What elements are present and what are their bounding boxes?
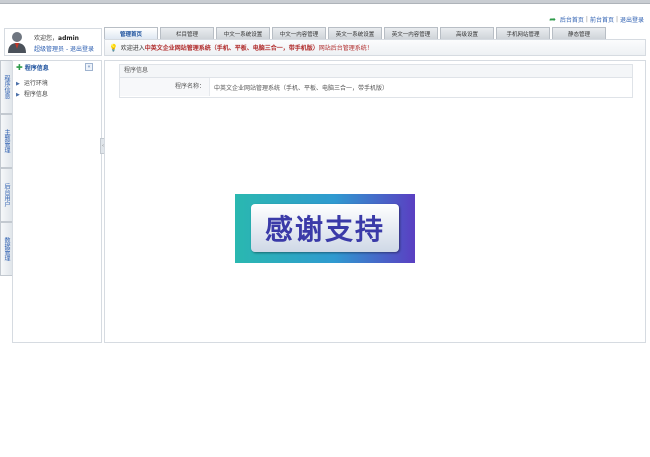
sidetab-data[interactable]: 数据管理 [0,222,12,276]
link-logout[interactable]: 退出登录 [620,15,644,24]
avatar [8,32,26,53]
info-panel: 程序信息 程序名称： 中英文企业网站管理系统（手机、平板、电脑三合一，带手机版） [119,64,633,98]
sidetab-program-info[interactable]: 程序信息 [0,60,12,114]
sidebar-item-program-info[interactable]: ▶ 程序信息 [16,89,48,98]
top-bar [0,0,650,4]
tab-advanced[interactable]: 高级设置 [440,27,494,39]
welcome-bar: 💡 欢迎进入 中英文企业网站管理系统（手机、平板、电脑三合一，带手机版） 网站后… [104,39,646,56]
tab-cn-content[interactable]: 中文一内容管理 [272,27,326,39]
separator: | [585,16,588,23]
username: admin [58,35,79,42]
system-name: 中英文企业网站管理系统（手机、平板、电脑三合一，带手机版） [144,45,319,52]
user-box: 欢迎您，admin 超级管理员 - 退出登录 [4,28,102,56]
sidebar: ✚ 程序信息 « ▶ 运行环境 ▶ 程序信息 [12,60,102,343]
thanks-banner: 感谢支持 [235,194,415,263]
sidetab-theme[interactable]: 主题管理 [0,114,12,168]
main-tabs: 管理首页 栏目管理 中文一系统设置 中文一内容管理 英文一系统设置 英文一内容管… [104,27,606,39]
row-value: 中英文企业网站管理系统（手机、平板、电脑三合一，带手机版） [214,84,389,92]
triangle-right-icon: ▶ [16,92,20,98]
role-link[interactable]: 超级管理员 [34,46,64,53]
tab-en-system[interactable]: 英文一系统设置 [328,27,382,39]
tab-admin-home[interactable]: 管理首页 [104,27,158,39]
user-logout-link[interactable]: 退出登录 [70,46,94,53]
welcome-text: 欢迎您，admin [34,35,79,42]
user-links: 超级管理员 - 退出登录 [34,46,95,53]
tab-en-content[interactable]: 英文一内容管理 [384,27,438,39]
plus-icon: ✚ [16,62,23,72]
link-admin-home[interactable]: 后台首页 [560,15,584,24]
sidebar-title: 程序信息 [24,64,49,72]
sidebar-header: ✚ 程序信息 « [13,61,101,73]
info-row: 程序名称： 中英文企业网站管理系统（手机、平板、电脑三合一，带手机版） [120,78,632,96]
triangle-right-icon: ▶ [16,81,20,87]
tab-static[interactable]: 静态管理 [552,27,606,39]
separator: | [615,16,618,23]
share-arrow-icon: ➦ [549,15,556,24]
collapse-icon[interactable]: « [85,63,93,71]
tab-cn-system[interactable]: 中文一系统设置 [216,27,270,39]
panel-title: 程序信息 [120,65,632,78]
sidebar-item-runtime[interactable]: ▶ 运行环境 [16,78,48,87]
sidetab-users[interactable]: 后台用户 [0,168,12,222]
tab-mobile[interactable]: 手机网站管理 [496,27,550,39]
row-label: 程序名称： [120,78,210,96]
header-links: ➦ 后台首页 | 前台首页 | 退出登录 [549,15,644,24]
link-front-home[interactable]: 前台首页 [590,15,614,24]
lightbulb-icon: 💡 [109,43,118,52]
tab-column-manage[interactable]: 栏目管理 [160,27,214,39]
thanks-text: 感谢支持 [264,213,385,246]
